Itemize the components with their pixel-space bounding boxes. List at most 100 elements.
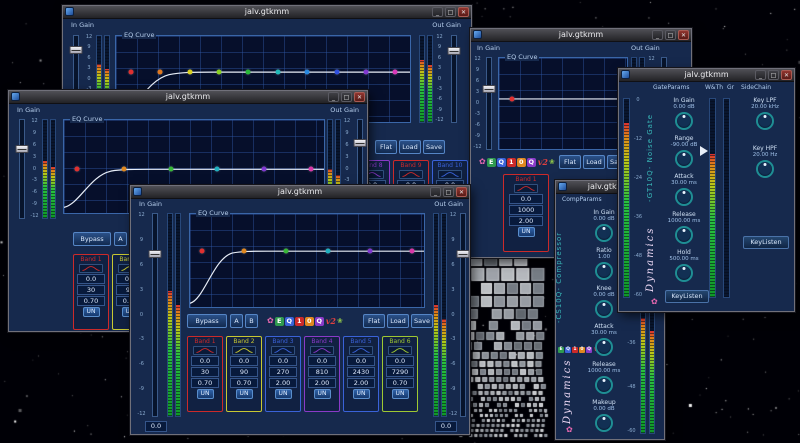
- eq-band-handle[interactable]: [121, 167, 126, 172]
- band-q-input[interactable]: 2.00: [509, 216, 543, 226]
- out-gain-fader[interactable]: [447, 35, 460, 123]
- maximize-button[interactable]: □: [443, 187, 454, 197]
- save-button[interactable]: Save: [411, 314, 433, 328]
- eq-band-handle[interactable]: [241, 249, 246, 254]
- window-icon[interactable]: [133, 187, 142, 196]
- minimize-button[interactable]: _: [430, 187, 441, 197]
- window-icon[interactable]: [558, 182, 567, 191]
- band-freq-input[interactable]: 7290: [386, 367, 414, 377]
- minimize-button[interactable]: _: [652, 30, 663, 40]
- close-button[interactable]: ✕: [458, 7, 469, 17]
- band-enable-button[interactable]: UN: [353, 389, 370, 399]
- filter-type-icon[interactable]: [271, 346, 295, 355]
- titlebar[interactable]: jalv.gtkmm _ □ ✕: [131, 186, 469, 199]
- band-q-input[interactable]: 2.00: [347, 378, 375, 388]
- band-freq-input[interactable]: 1000: [509, 205, 543, 215]
- in-gain-fader[interactable]: [15, 119, 28, 219]
- band-enable-button[interactable]: UN: [275, 389, 292, 399]
- eq-band-handle[interactable]: [215, 167, 220, 172]
- filter-type-icon[interactable]: [514, 184, 538, 193]
- close-button[interactable]: ✕: [678, 30, 689, 40]
- key-listen-button[interactable]: KeyListen: [665, 290, 709, 303]
- eq-band-handle[interactable]: [326, 249, 331, 254]
- key-listen-button[interactable]: KeyListen: [743, 236, 789, 249]
- band-freq-input[interactable]: 30: [77, 285, 105, 295]
- band-enable-button[interactable]: UN: [392, 389, 409, 399]
- eq-band-handle[interactable]: [158, 70, 163, 75]
- eq-band-handle[interactable]: [75, 167, 80, 172]
- window-icon[interactable]: [621, 70, 630, 79]
- knee-knob[interactable]: [595, 300, 613, 318]
- eq-band-handle[interactable]: [199, 249, 204, 254]
- bypass-button[interactable]: Bypass: [187, 314, 227, 328]
- filter-type-icon[interactable]: [388, 346, 412, 355]
- close-button[interactable]: ✕: [781, 70, 792, 80]
- band-gain-input[interactable]: 0.0: [509, 194, 543, 204]
- key-hpf-knob[interactable]: [756, 160, 774, 178]
- release-knob[interactable]: [595, 376, 613, 394]
- fader-handle[interactable]: [353, 139, 366, 147]
- filter-type-icon[interactable]: [438, 170, 462, 179]
- band-freq-input[interactable]: 30: [191, 367, 219, 377]
- maximize-button[interactable]: □: [768, 70, 779, 80]
- makeup-knob[interactable]: [595, 414, 613, 432]
- band-gain-input[interactable]: 0.0: [308, 356, 336, 366]
- load-button[interactable]: Load: [583, 155, 605, 169]
- range-knob[interactable]: [675, 150, 693, 168]
- band-enable-button[interactable]: UN: [83, 307, 100, 317]
- release-knob[interactable]: [675, 226, 693, 244]
- load-button[interactable]: Load: [399, 140, 421, 154]
- band-gain-input[interactable]: 0.0: [386, 356, 414, 366]
- maximize-button[interactable]: □: [341, 92, 352, 102]
- window-icon[interactable]: [11, 92, 20, 101]
- band-q-input[interactable]: 0.70: [191, 378, 219, 388]
- eq-curve-display[interactable]: EQ Curve: [498, 57, 628, 150]
- titlebar[interactable]: jalv.gtkmm _ □ ✕: [63, 6, 471, 19]
- filter-type-icon[interactable]: [79, 264, 103, 273]
- close-button[interactable]: ✕: [354, 92, 365, 102]
- bypass-button[interactable]: Bypass: [73, 232, 111, 246]
- band-enable-button[interactable]: UN: [236, 389, 253, 399]
- in-gain-fader[interactable]: [483, 57, 495, 150]
- in-gain-value-input[interactable]: 0.0: [145, 421, 167, 432]
- eq-band-handle[interactable]: [246, 70, 251, 75]
- titlebar[interactable]: jalv.gtkmm _ □ ✕: [471, 29, 691, 42]
- titlebar[interactable]: jalv.gtkmm _ □ ✕: [9, 91, 367, 104]
- eq-band-handle[interactable]: [334, 70, 339, 75]
- band-q-input[interactable]: 0.70: [230, 378, 258, 388]
- load-button[interactable]: Load: [387, 314, 409, 328]
- eq-band-handle[interactable]: [393, 70, 398, 75]
- eq-band-handle[interactable]: [216, 70, 221, 75]
- filter-type-icon[interactable]: [310, 346, 334, 355]
- band-freq-input[interactable]: 270: [269, 367, 297, 377]
- fader-handle[interactable]: [15, 145, 28, 153]
- attack-knob[interactable]: [595, 338, 613, 356]
- fader-handle[interactable]: [447, 47, 460, 55]
- flat-button[interactable]: Flat: [375, 140, 397, 154]
- band-freq-input[interactable]: 90: [230, 367, 258, 377]
- minimize-button[interactable]: _: [328, 92, 339, 102]
- band-enable-button[interactable]: UN: [197, 389, 214, 399]
- ab-compare-a-button[interactable]: A: [230, 314, 243, 328]
- save-button[interactable]: Save: [423, 140, 445, 154]
- band-q-input[interactable]: 2.00: [308, 378, 336, 388]
- eq-curve-display[interactable]: EQ Curve: [189, 213, 425, 308]
- out-gain-value-input[interactable]: 0.0: [435, 421, 457, 432]
- hold-knob[interactable]: [675, 264, 693, 282]
- band-freq-input[interactable]: 2430: [347, 367, 375, 377]
- eq-band-handle[interactable]: [305, 70, 310, 75]
- in-gain-knob[interactable]: [675, 112, 693, 130]
- eq-band-handle[interactable]: [410, 249, 415, 254]
- fader-handle[interactable]: [69, 46, 82, 54]
- window-icon[interactable]: [473, 30, 482, 39]
- eq-band-handle[interactable]: [275, 70, 280, 75]
- maximize-button[interactable]: □: [445, 7, 456, 17]
- ab-compare-b-button[interactable]: B: [245, 314, 258, 328]
- ab-compare-a-button[interactable]: A: [114, 232, 127, 246]
- maximize-button[interactable]: □: [665, 30, 676, 40]
- eq-band-handle[interactable]: [128, 70, 133, 75]
- in-gain-knob[interactable]: [595, 224, 613, 242]
- flat-button[interactable]: Flat: [559, 155, 581, 169]
- band-q-input[interactable]: 0.70: [386, 378, 414, 388]
- attack-knob[interactable]: [675, 188, 693, 206]
